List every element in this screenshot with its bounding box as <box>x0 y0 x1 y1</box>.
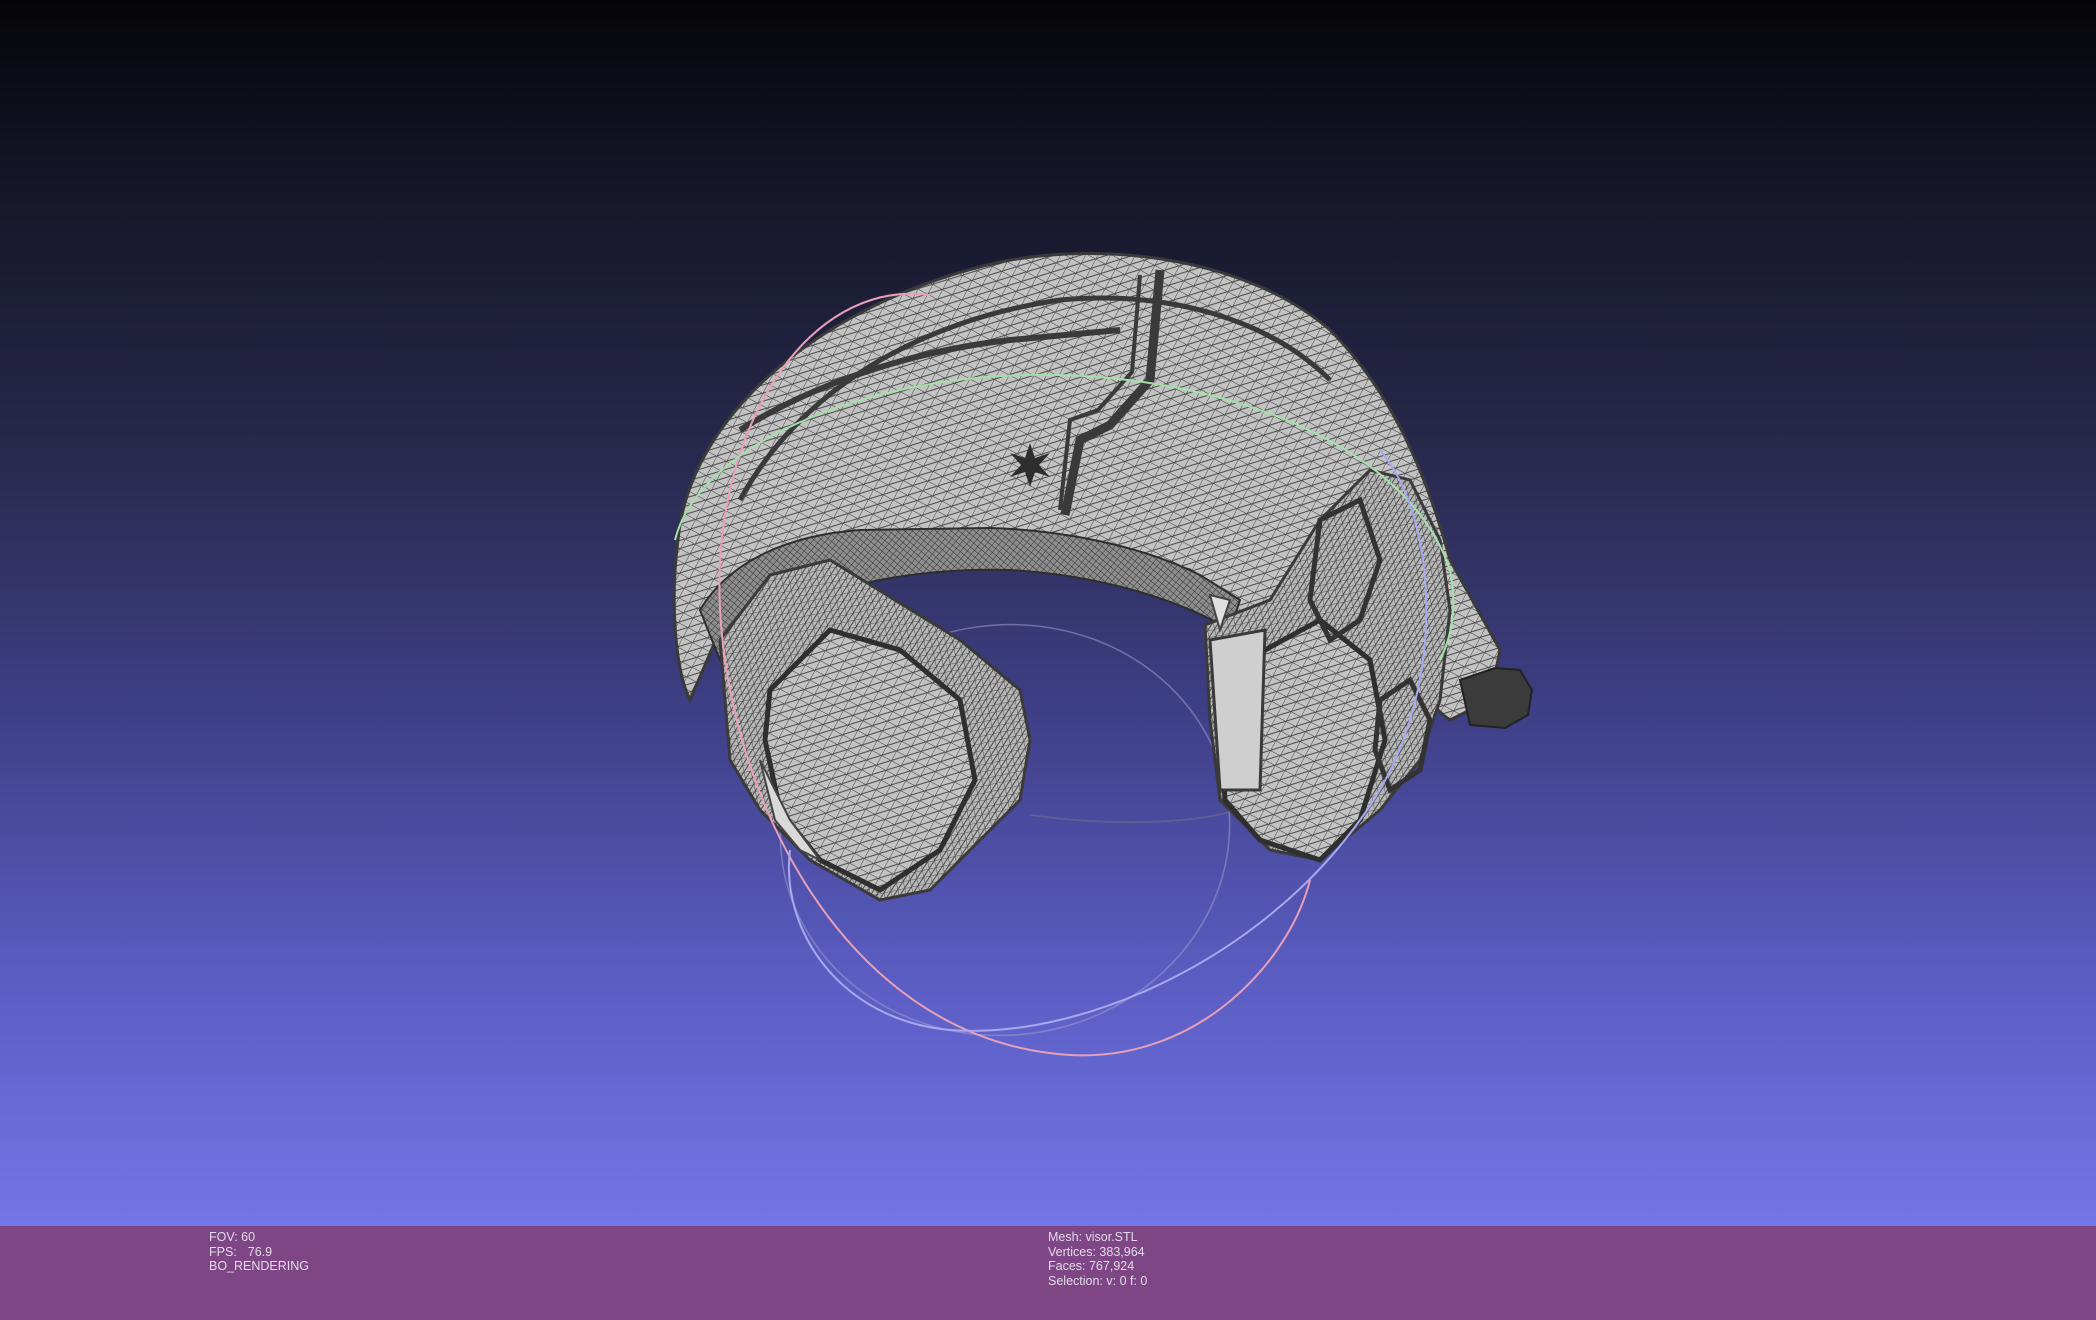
mesh-scene[interactable] <box>0 0 2096 1226</box>
info-bar: FOV: 60 FPS: 76.9 BO_RENDERING Mesh: viso… <box>0 1226 2096 1320</box>
render-mode: BO_RENDERING <box>209 1259 310 1273</box>
face-count: Faces: 767,924 <box>1048 1259 1135 1273</box>
mesh-name: Mesh: visor.STL <box>1048 1230 1138 1244</box>
fps-line: FPS: 76.9 <box>209 1245 309 1260</box>
fps-value: 76.9 <box>247 1244 273 1259</box>
visor-mesh[interactable] <box>672 252 1534 902</box>
3d-viewport[interactable] <box>0 0 2096 1226</box>
fov-label: FOV: 60 <box>209 1230 256 1244</box>
viewer-info: FOV: 60 FPS: 76.9 BO_RENDERING <box>209 1230 309 1274</box>
selection-info: Selection: v: 0 f: 0 <box>1048 1273 1148 1288</box>
fps-label: FPS: <box>209 1244 237 1259</box>
mesh-info: Mesh: visor.STL Vertices: 383,964 Faces:… <box>1048 1230 1147 1288</box>
vertex-count: Vertices: 383,964 <box>1048 1244 1145 1259</box>
side-nub <box>1458 666 1534 730</box>
